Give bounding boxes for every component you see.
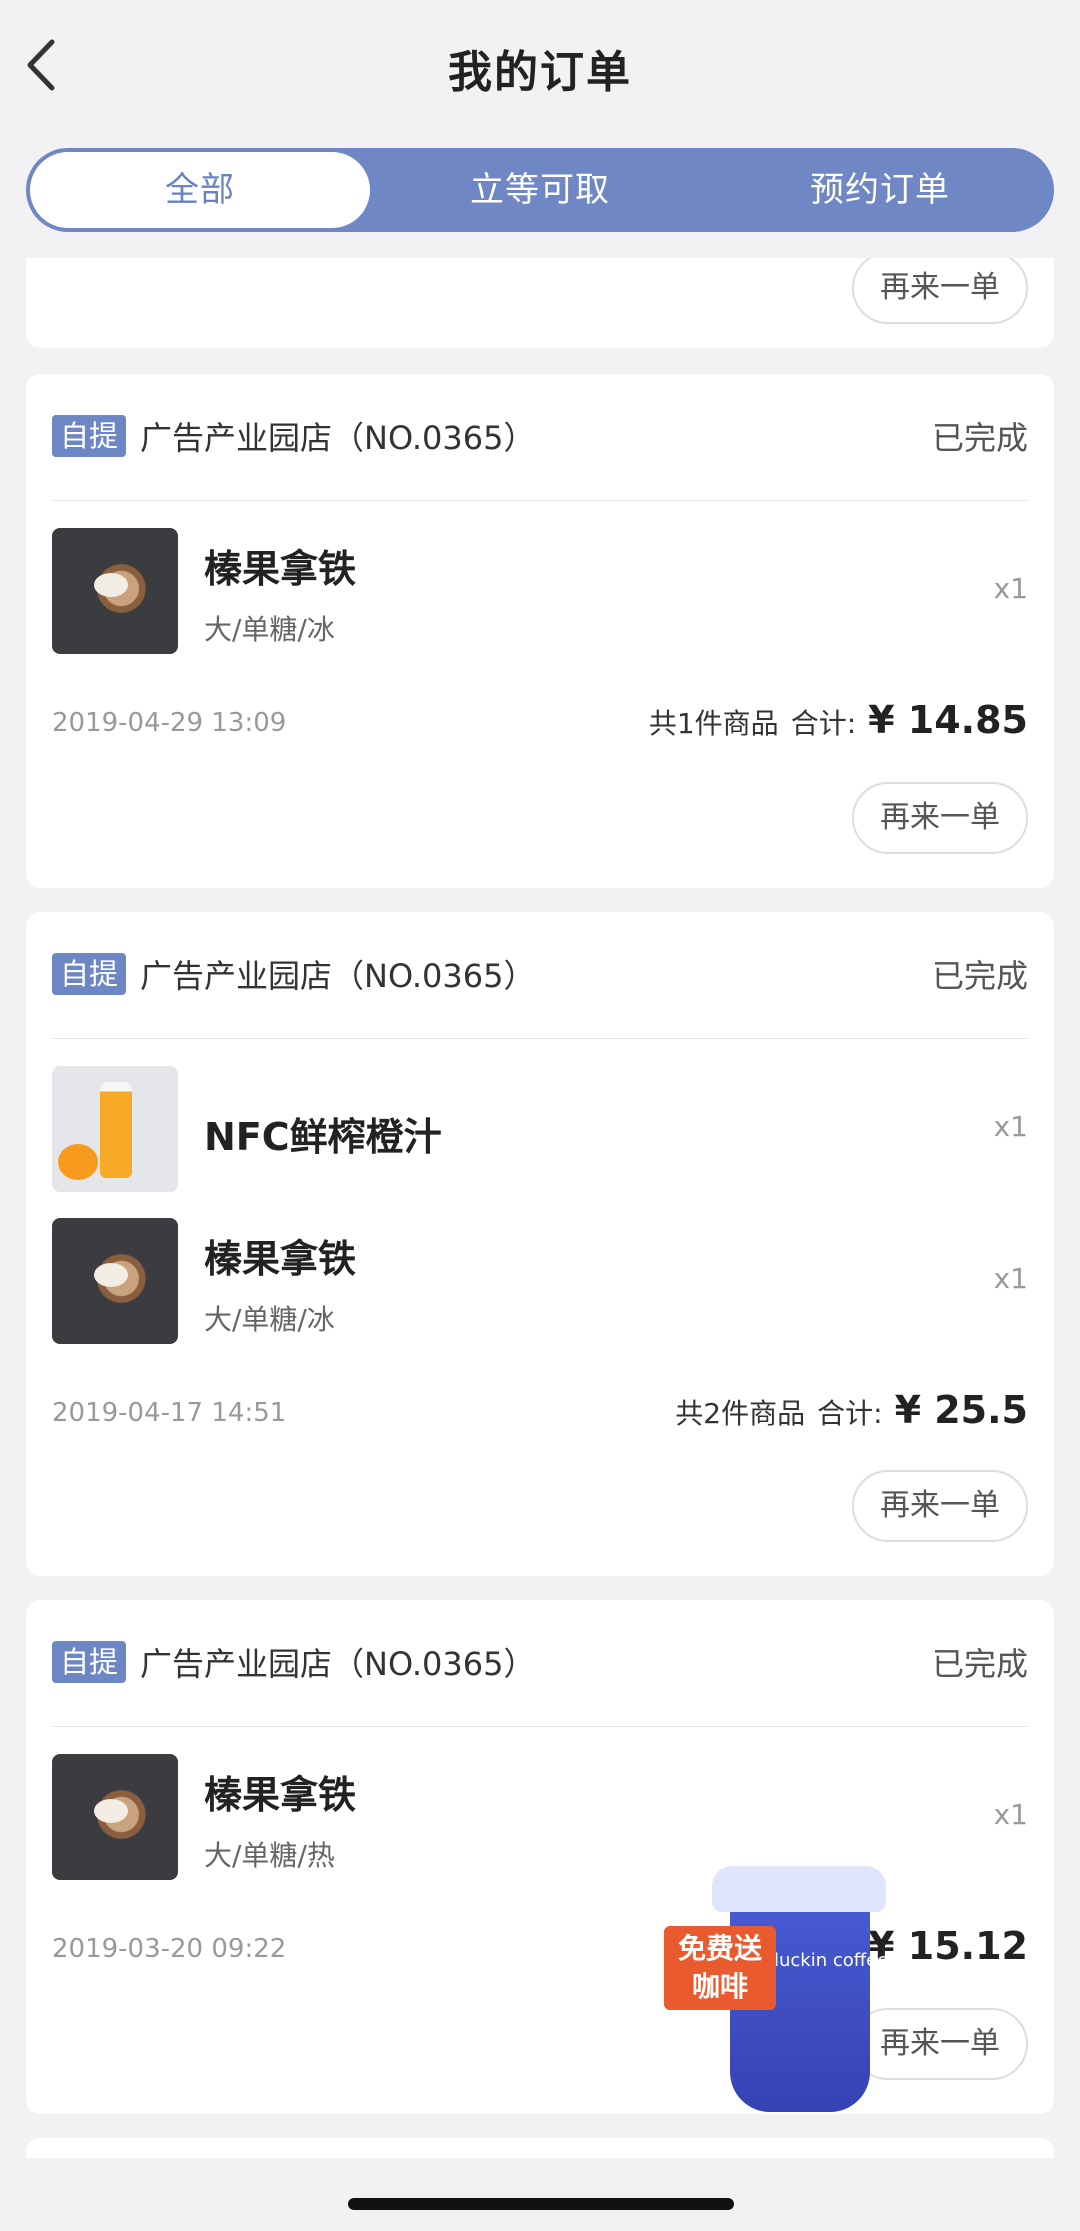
tab-scheduled[interactable]: 预约订单 (710, 152, 1050, 228)
tab-all[interactable]: 全部 (30, 152, 370, 228)
product-image (52, 528, 178, 654)
total-label: 合计: (790, 707, 857, 740)
total-label: 合计: (817, 1397, 883, 1430)
order-card-header: 自提 广告产业园店（NO.0365） 已完成 (52, 952, 1028, 996)
header-bar: 我的订单 (0, 0, 1080, 130)
item-name: 榛果拿铁 (204, 1773, 357, 1817)
product-image (52, 1218, 178, 1344)
order-item: 榛果拿铁 大/单糖/热 x1 (52, 1754, 1028, 1880)
item-count: 共2件商品 (675, 1397, 806, 1430)
order-card-partial: 再来一单 (26, 258, 1054, 348)
cup-lid (712, 1866, 886, 1912)
order-card[interactable]: 自提 广告产业园店（NO.0365） 已完成 NFC鲜榨橙汁 x1 榛果拿铁 大… (26, 912, 1054, 1576)
product-image (52, 1754, 178, 1880)
home-indicator (348, 2198, 734, 2210)
order-card-partial (26, 2138, 1054, 2158)
total-price: ¥ 15.12 (868, 1924, 1028, 1968)
page-title: 我的订单 (448, 47, 632, 98)
brand-text: luckin coffee (774, 1950, 889, 1971)
pickup-badge: 自提 (52, 1641, 127, 1683)
order-filter-tabs: 全部 立等可取 预约订单 (26, 148, 1054, 232)
item-options: 大/单糖/热 (204, 1839, 335, 1872)
store-name: 广告产业园店（NO.0365） (140, 957, 536, 995)
item-name: 榛果拿铁 (204, 1237, 357, 1281)
order-card-header: 自提 广告产业园店（NO.0365） 已完成 (52, 414, 1028, 458)
orange-icon (58, 1144, 98, 1180)
reorder-button[interactable]: 再来一单 (852, 782, 1028, 854)
order-card[interactable]: 自提 广告产业园店（NO.0365） 已完成 榛果拿铁 大/单糖/冰 x1 20… (26, 374, 1054, 888)
item-count: 共1件商品 (648, 707, 779, 740)
promo-tag-line2: 咖啡 (691, 1970, 748, 2003)
item-name: NFC鲜榨橙汁 (204, 1115, 442, 1159)
divider (52, 1038, 1028, 1039)
order-item: 榛果拿铁 大/单糖/冰 x1 (52, 528, 1028, 654)
divider (52, 1726, 1028, 1727)
promo-tag-line1: 免费送 (677, 1932, 762, 1965)
item-name: 榛果拿铁 (204, 547, 357, 591)
promo-tag: 免费送 咖啡 (664, 1926, 776, 2010)
item-qty: x1 (993, 572, 1028, 605)
total-price: ¥ 25.5 (894, 1388, 1028, 1432)
item-qty: x1 (993, 1110, 1028, 1143)
pickup-badge: 自提 (52, 953, 127, 995)
item-qty: x1 (993, 1798, 1028, 1831)
order-status: 已完成 (931, 957, 1028, 995)
item-qty: x1 (993, 1262, 1028, 1295)
divider (52, 500, 1028, 501)
free-coffee-promo[interactable]: luckin coffee 免费送 咖啡 (664, 1866, 890, 2116)
order-list[interactable]: 再来一单 自提 广告产业园店（NO.0365） 已完成 榛果拿铁 大/单糖/冰 … (0, 258, 1080, 2158)
order-card[interactable]: 自提 广告产业园店（NO.0365） 已完成 榛果拿铁 大/单糖/热 x1 20… (26, 1600, 1054, 2114)
order-time: 2019-04-17 14:51 (52, 1398, 287, 1428)
reorder-button[interactable]: 再来一单 (852, 258, 1028, 324)
order-status: 已完成 (931, 419, 1028, 457)
order-status: 已完成 (931, 1645, 1028, 1683)
product-image (52, 1066, 178, 1192)
total-price: ¥ 14.85 (868, 698, 1028, 742)
order-time: 2019-04-29 13:09 (52, 708, 287, 738)
order-summary: 共2件商品 合计: ¥ 25.5 (675, 1388, 1028, 1432)
store-name: 广告产业园店（NO.0365） (140, 419, 536, 457)
item-options: 大/单糖/冰 (204, 1303, 335, 1336)
tab-ready-now[interactable]: 立等可取 (370, 152, 710, 228)
juice-bottle-icon (100, 1082, 132, 1178)
order-time: 2019-03-20 09:22 (52, 1934, 287, 1964)
order-item: NFC鲜榨橙汁 x1 (52, 1066, 1028, 1192)
reorder-button[interactable]: 再来一单 (852, 1470, 1028, 1542)
order-item: 榛果拿铁 大/单糖/冰 x1 (52, 1218, 1028, 1344)
store-name: 广告产业园店（NO.0365） (140, 1645, 536, 1683)
order-summary: 共1件商品 合计: ¥ 14.85 (649, 698, 1028, 742)
item-options: 大/单糖/冰 (204, 613, 335, 646)
order-card-header: 自提 广告产业园店（NO.0365） 已完成 (52, 1640, 1028, 1684)
pickup-badge: 自提 (52, 415, 127, 457)
